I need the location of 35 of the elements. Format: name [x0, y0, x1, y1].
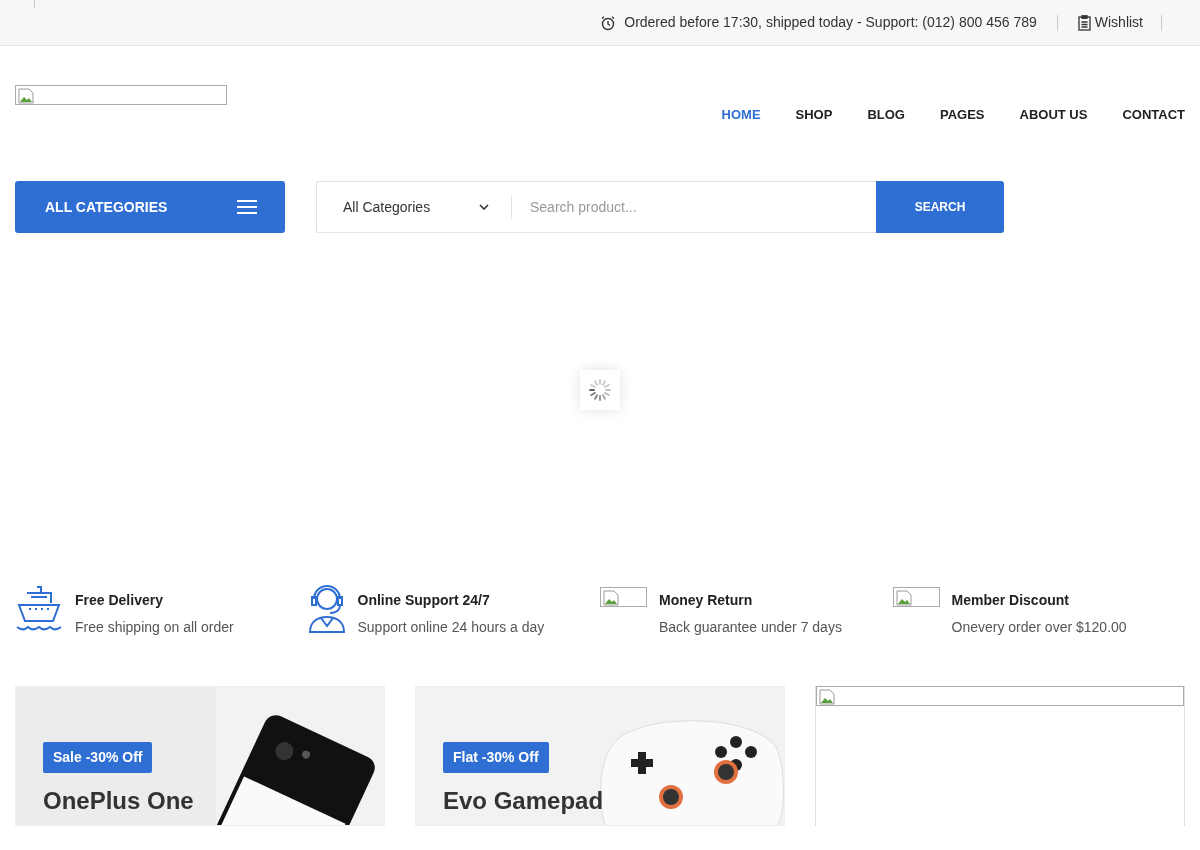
- loading-spinner: [580, 370, 620, 410]
- feature-title: Free Delivery: [75, 591, 164, 610]
- nav-link[interactable]: BLOG: [867, 105, 905, 125]
- menu-icon: [237, 200, 257, 214]
- feature-title: Online Support 24/7: [357, 591, 491, 610]
- headset-person-icon: [307, 585, 346, 633]
- search-button[interactable]: SEARCH: [876, 181, 1004, 233]
- broken-image-icon: [600, 587, 647, 607]
- feature-text: Back guarantee under 7 days: [659, 618, 842, 637]
- search-field[interactable]: Search product...: [512, 181, 876, 233]
- discount-badge: Flat -30% Off: [443, 742, 549, 773]
- nav-link[interactable]: HOME: [721, 105, 761, 125]
- broken-image-icon: [816, 686, 1184, 706]
- wishlist-link[interactable]: Wishlist: [1077, 12, 1143, 33]
- feature-text: Free shipping on all order: [75, 618, 234, 637]
- chevron-down-icon: [479, 204, 489, 210]
- feature-title: Member Discount: [951, 591, 1070, 610]
- broken-image-icon: [892, 587, 940, 607]
- nav-link[interactable]: PAGES: [939, 105, 985, 125]
- support-notice: Ordered before 17:30, shipped today - Support: (012) 800 456 789: [624, 13, 1037, 32]
- feature-title: Money Return: [659, 591, 754, 610]
- banner-title: Evo Gamepad: [443, 786, 604, 816]
- logo-image[interactable]: [15, 85, 227, 105]
- all-categories-button[interactable]: ALL CATEGORIES: [15, 181, 285, 233]
- discount-badge: Sale -30% Off: [43, 742, 153, 773]
- ship-icon: [15, 585, 63, 633]
- feature-text: Onevery order over $120.00: [951, 618, 1127, 637]
- alarm-clock-icon: [600, 14, 617, 31]
- nav-link[interactable]: CONTACT: [1122, 105, 1185, 125]
- nav-link[interactable]: SHOP: [795, 105, 833, 125]
- clipboard-icon: [1077, 14, 1091, 31]
- feature-text: Support online 24 hours a day: [357, 618, 545, 637]
- nav-link[interactable]: ABOUT US: [1019, 105, 1088, 125]
- banner-title: OnePlus One: [43, 786, 194, 816]
- category-dropdown[interactable]: All Categories: [316, 181, 511, 233]
